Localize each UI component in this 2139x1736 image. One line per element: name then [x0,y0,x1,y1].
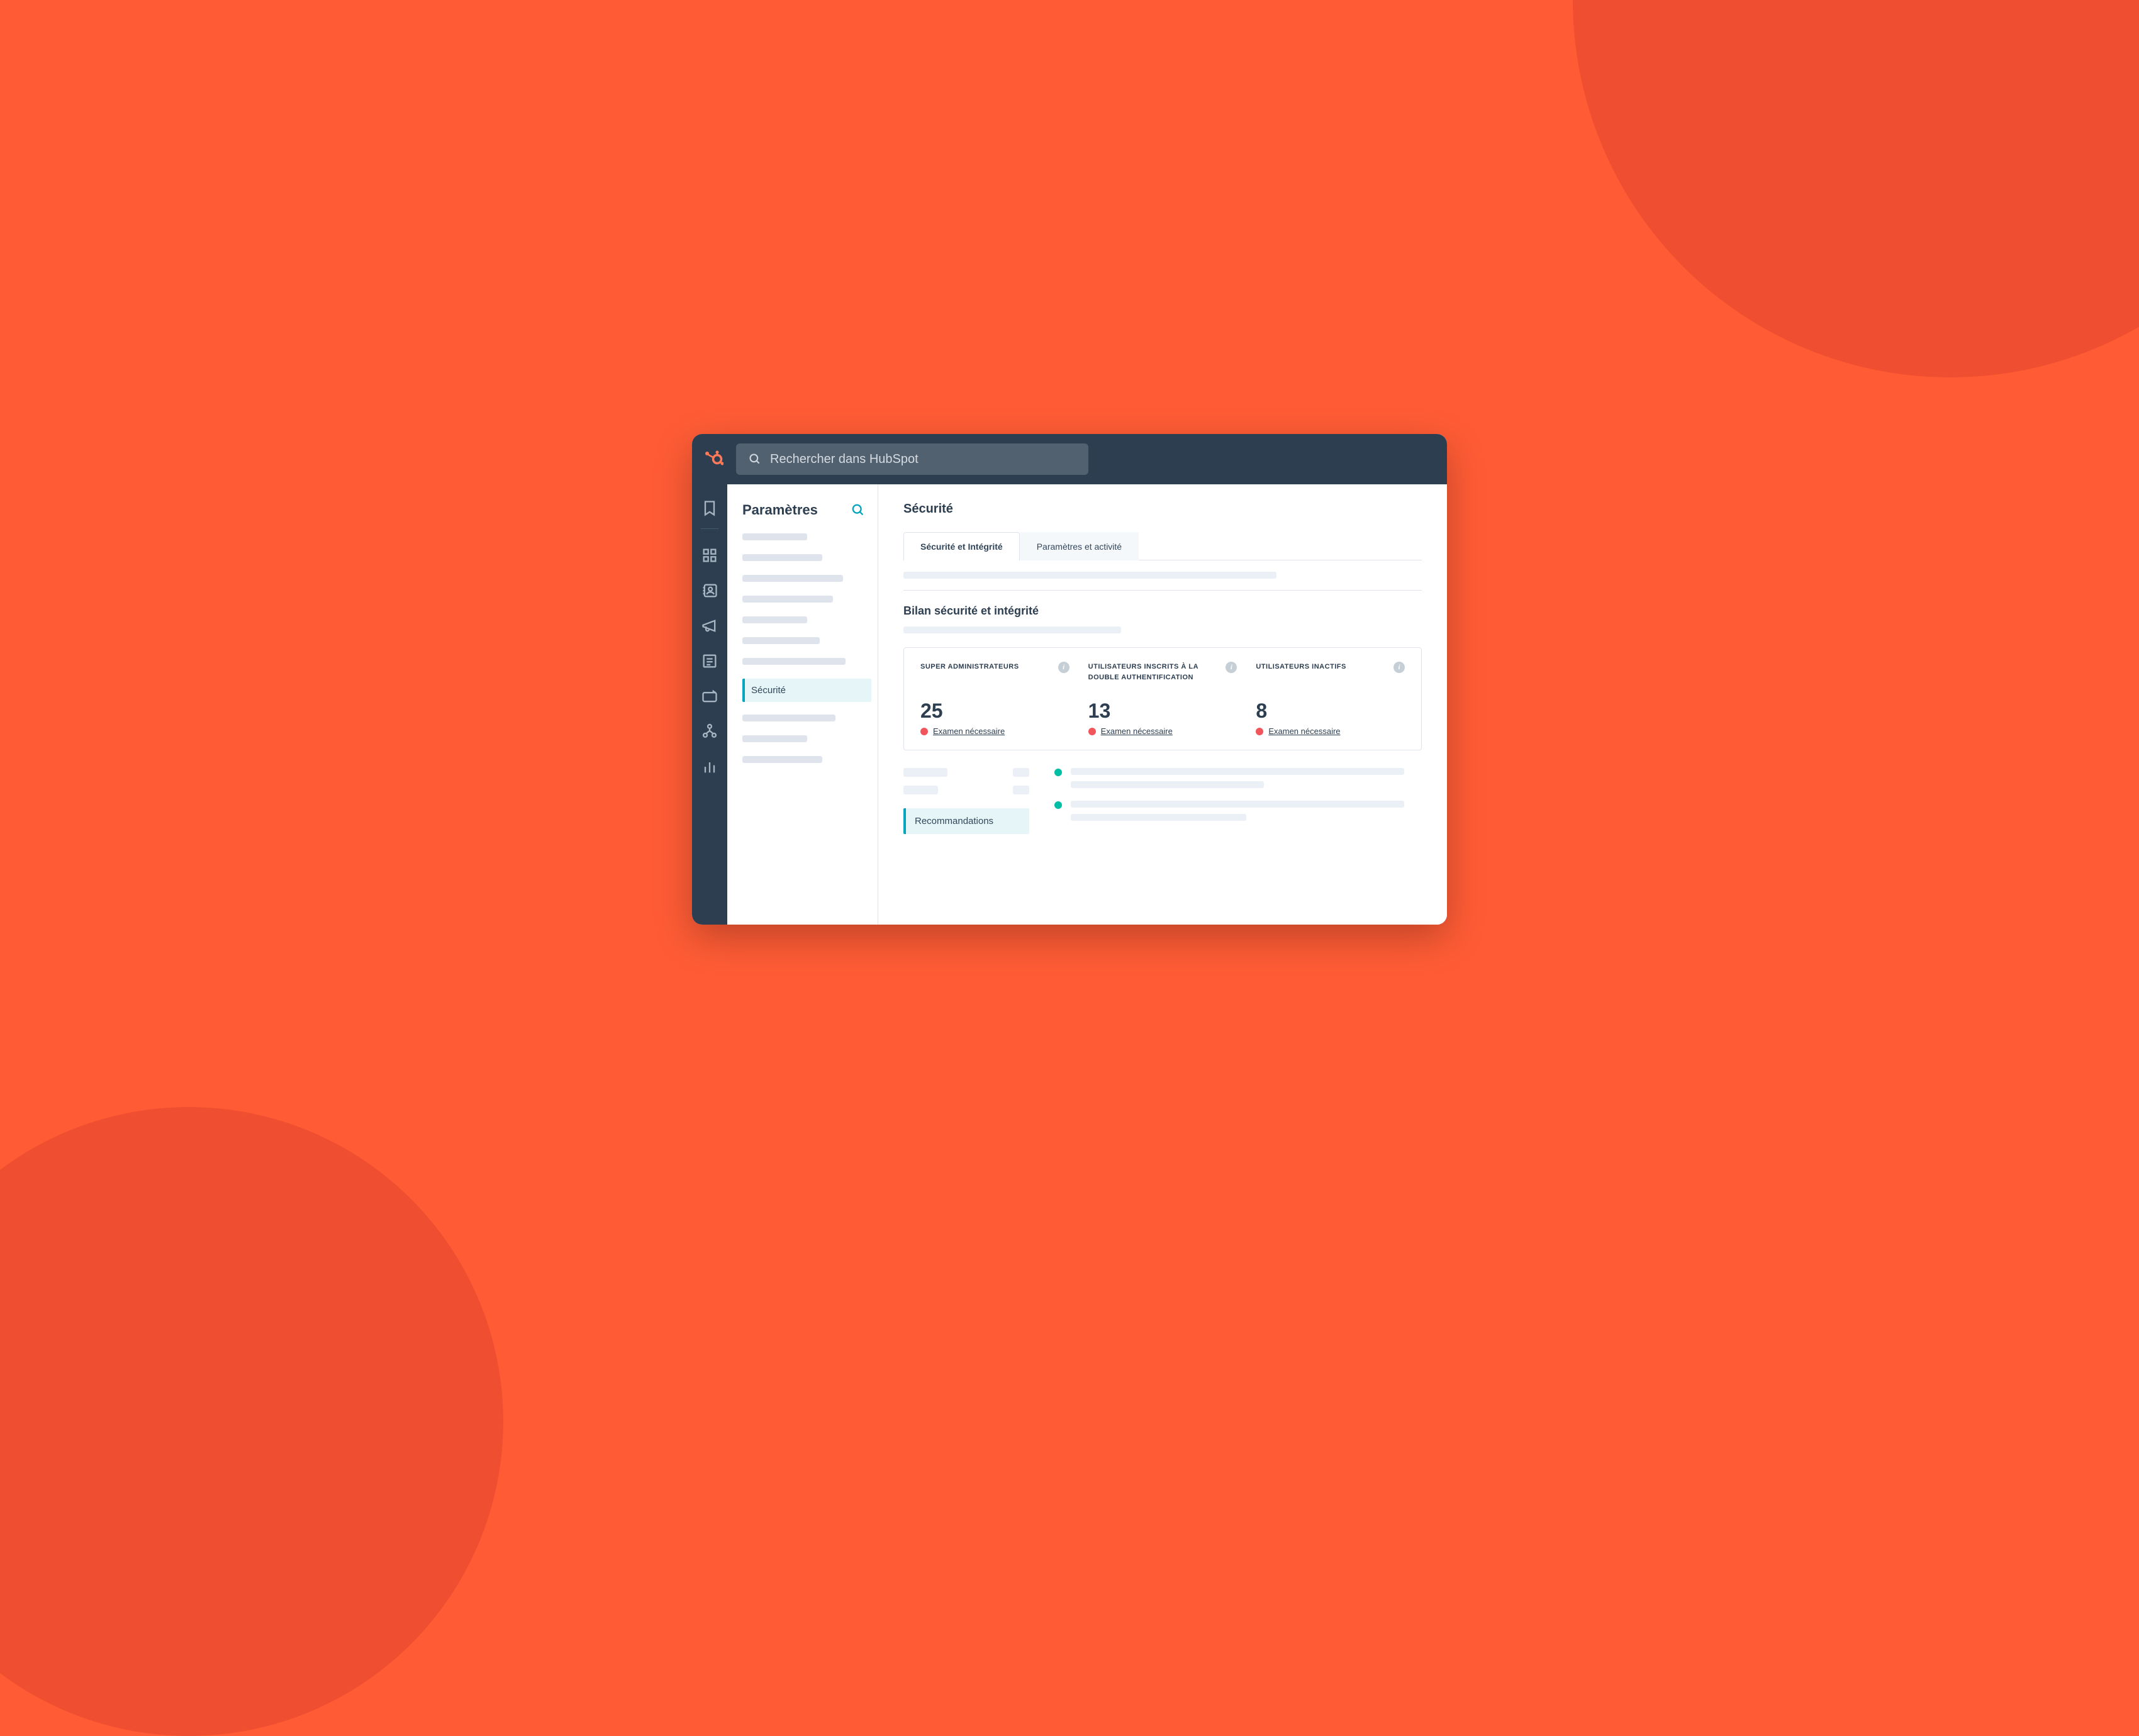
sidebar-item-security[interactable]: Sécurité [742,679,871,702]
sidebar-skeleton [742,735,807,742]
content-skeleton [903,626,1121,633]
info-icon[interactable]: i [1226,662,1237,673]
sidebar-skeleton [742,575,843,582]
stat-status[interactable]: Examen nécessaire [920,726,1070,736]
sidebar-skeleton [742,658,846,665]
content-area: Paramètres Sécurité [727,484,1447,925]
sidebar-skeleton [742,637,820,644]
subsection-title: Bilan sécurité et intégrité [903,604,1422,618]
status-link: Examen nécessaire [933,726,1005,736]
background-shape [1573,0,2139,377]
background-shape [0,1107,503,1736]
stats-card: SUPER ADMINISTRATEURS i 25 Examen nécess… [903,647,1422,750]
bottom-right-column [1054,768,1422,834]
bottom-section: Recommandations [903,768,1422,834]
divider [903,590,1422,591]
skeleton [1071,768,1404,775]
stat-super-admins: SUPER ADMINISTRATEURS i 25 Examen nécess… [920,662,1070,736]
stat-status[interactable]: Examen nécessaire [1256,726,1405,736]
skeleton [1071,801,1404,808]
automation-icon[interactable] [701,723,718,740]
recommendations-label: Recommandations [915,816,993,826]
tab-settings-activity[interactable]: Paramètres et activité [1020,532,1139,560]
recommendations-item[interactable]: Recommandations [903,808,1029,834]
status-dot-icon [1088,728,1096,735]
app-body: Paramètres Sécurité [692,484,1447,925]
stat-label: UTILISATEURS INSCRITS À LA DOUBLE AUTHEN… [1088,662,1222,682]
info-icon[interactable]: i [1058,662,1070,673]
sidebar-skeleton [742,616,807,623]
apps-grid-icon[interactable] [701,547,718,564]
main-panel: Sécurité Sécurité et Intégrité Paramètre… [878,484,1447,925]
stat-status[interactable]: Examen nécessaire [1088,726,1237,736]
hubspot-logo-icon[interactable] [705,450,723,469]
list-item [1054,801,1422,821]
search-placeholder: Rechercher dans HubSpot [770,452,919,467]
tab-label: Paramètres et activité [1037,542,1122,552]
info-icon[interactable]: i [1393,662,1405,673]
reporting-icon[interactable] [701,758,718,776]
stat-inactive-users: UTILISATEURS INACTIFS i 8 Examen nécessa… [1256,662,1405,736]
nav-rail [692,484,727,925]
skeleton [1013,786,1029,794]
skeleton [1071,781,1264,788]
sidebar-search-icon[interactable] [851,503,865,517]
commerce-icon[interactable] [701,687,718,705]
stat-2fa-users: UTILISATEURS INSCRITS À LA DOUBLE AUTHEN… [1088,662,1237,736]
bottom-left-column: Recommandations [903,768,1029,834]
bookmarks-icon[interactable] [701,499,718,517]
sidebar-skeleton [742,596,833,603]
top-bar: Rechercher dans HubSpot [692,434,1447,484]
sidebar-skeleton [742,554,822,561]
bullet-icon [1054,769,1062,776]
stat-value: 8 [1256,699,1405,723]
sidebar-title: Paramètres [742,502,818,518]
page-title: Sécurité [903,502,1422,516]
app-window: Rechercher dans HubSpot [692,434,1447,925]
stat-value: 13 [1088,699,1237,723]
skeleton [903,786,938,794]
content-icon[interactable] [701,652,718,670]
global-search[interactable]: Rechercher dans HubSpot [736,443,1088,475]
sidebar-header: Paramètres [742,502,871,518]
tab-label: Sécurité et Intégrité [920,542,1003,552]
nav-divider [701,528,718,529]
tabs: Sécurité et Intégrité Paramètres et acti… [903,531,1422,560]
sidebar-skeleton [742,715,835,721]
skeleton [1013,768,1029,777]
content-skeleton [903,572,1276,579]
skeleton [903,768,947,777]
status-dot-icon [920,728,928,735]
search-icon [749,453,761,465]
contacts-icon[interactable] [701,582,718,599]
status-link: Examen nécessaire [1101,726,1173,736]
sidebar-item-label: Sécurité [751,685,786,696]
bullet-icon [1054,801,1062,809]
stat-value: 25 [920,699,1070,723]
stat-label: SUPER ADMINISTRATEURS [920,662,1019,672]
sidebar-skeleton [742,756,822,763]
sidebar-skeleton [742,533,807,540]
list-item [1054,768,1422,788]
marketing-icon[interactable] [701,617,718,635]
stat-label: UTILISATEURS INACTIFS [1256,662,1346,672]
settings-sidebar: Paramètres Sécurité [727,484,878,925]
status-link: Examen nécessaire [1268,726,1340,736]
status-dot-icon [1256,728,1263,735]
tab-security-integrity[interactable]: Sécurité et Intégrité [903,532,1020,560]
skeleton [1071,814,1246,821]
